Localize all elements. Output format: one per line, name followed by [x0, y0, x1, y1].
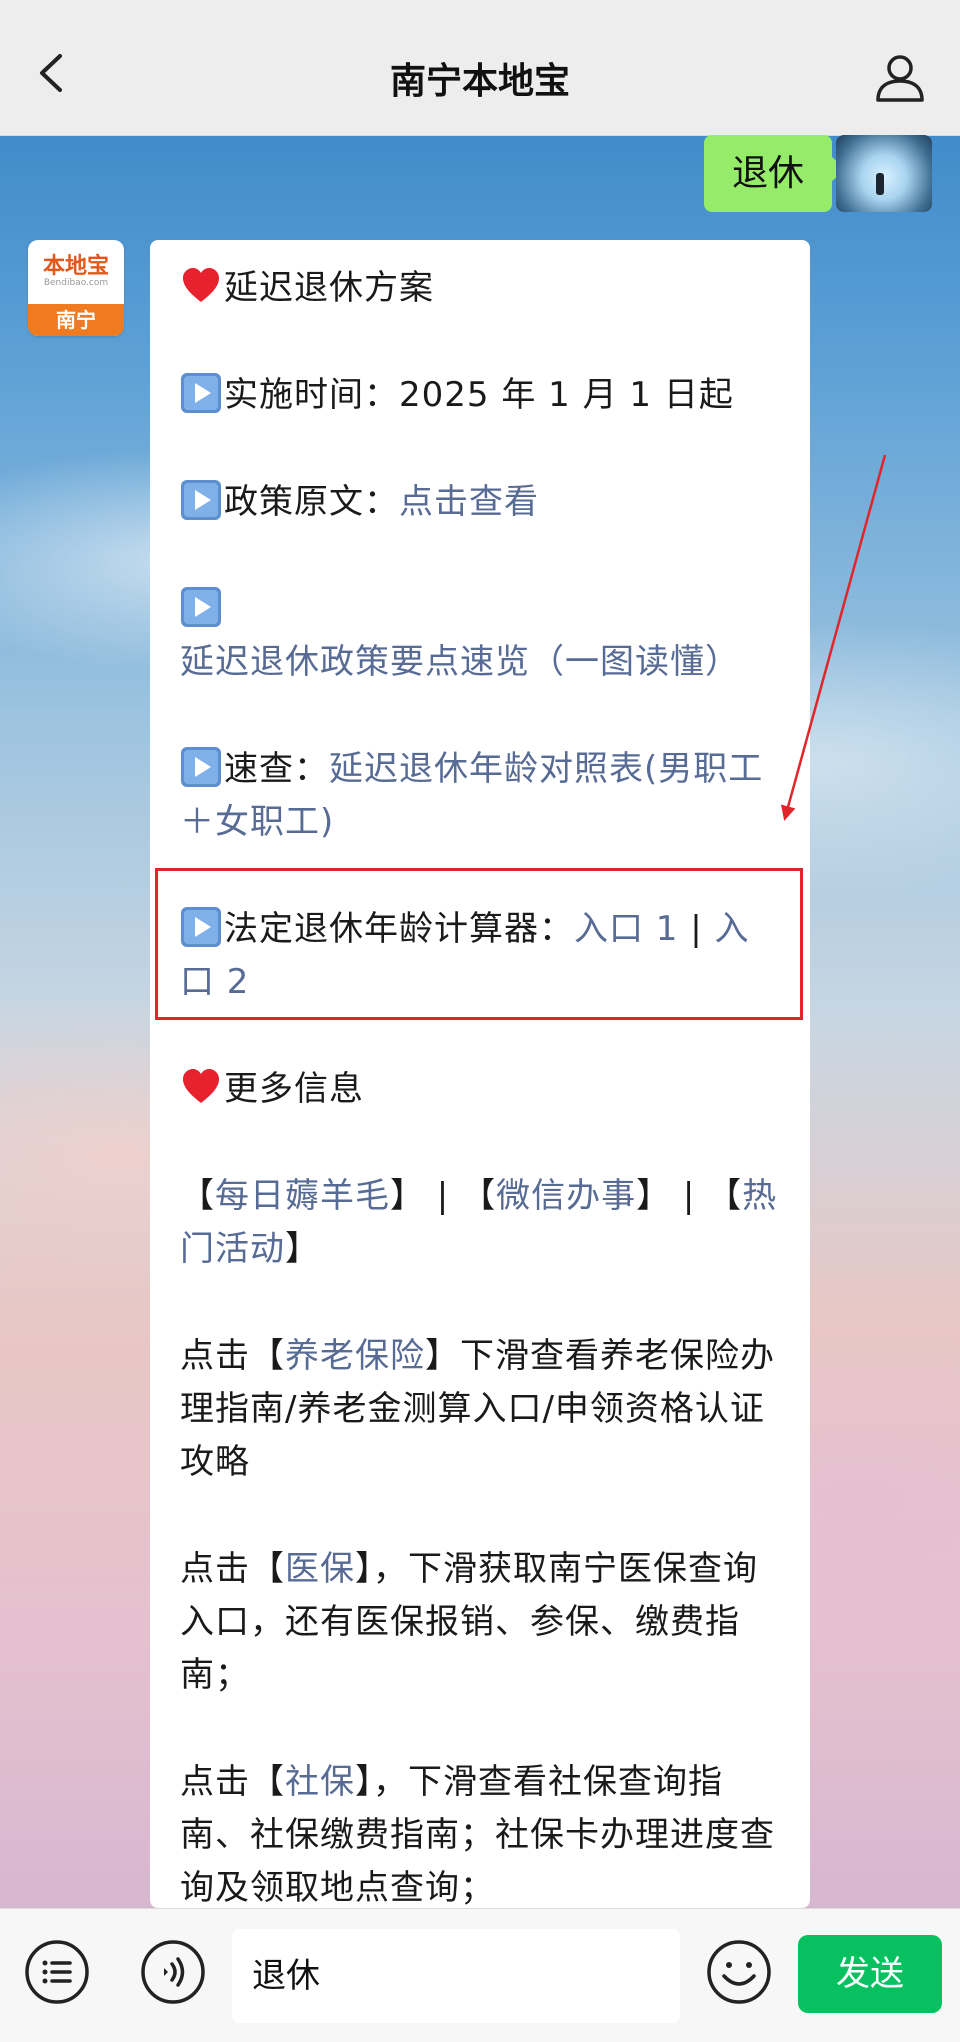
message-input[interactable]: 退休 — [232, 1929, 680, 2023]
section-title-plan: 延迟退休方案 — [180, 262, 780, 315]
pension-insurance-link[interactable]: 养老保险 — [285, 1336, 425, 1376]
voice-icon[interactable] — [140, 1939, 206, 2005]
logo-subtext: Bendibao.com — [43, 278, 109, 288]
section-title-more: 更多信息 — [180, 1063, 780, 1116]
menu-list-icon[interactable] — [24, 1939, 90, 2005]
page-title: 南宁本地宝 — [389, 61, 570, 102]
deals-link[interactable]: 每日薅羊毛 — [215, 1176, 390, 1216]
input-toolbar: 退休 发送 — [0, 1908, 960, 2042]
list-item-date: 实施时间：2025 年 1 月 1 日起 — [180, 369, 780, 422]
policy-view-link[interactable]: 点击查看 — [399, 482, 539, 522]
heart-icon — [183, 1069, 219, 1103]
play-marker-icon — [181, 373, 221, 413]
send-button[interactable]: 发送 — [798, 1935, 942, 2013]
user-message-bubble: 退休 — [703, 135, 847, 212]
heart-icon — [183, 268, 219, 302]
bot-avatar[interactable]: 本地宝 Bendibao.com 南宁 — [28, 240, 124, 336]
emoji-icon[interactable] — [706, 1939, 772, 2005]
play-marker-icon — [181, 747, 221, 787]
list-item-overview: 延迟退休政策要点速览（一图读懂） — [180, 583, 780, 689]
list-item-policy: 政策原文：点击查看 — [180, 476, 780, 529]
wechat-services-link[interactable]: 微信办事 — [496, 1176, 636, 1216]
overview-link[interactable]: 延迟退休政策要点速览（一图读懂） — [180, 642, 740, 682]
logo-text: 本地宝 — [42, 254, 109, 279]
pension-paragraph: 点击【养老保险】下滑查看养老保险办理指南/养老金测算入口/申领资格认证攻略 — [180, 1336, 775, 1482]
play-marker-icon — [181, 480, 221, 520]
play-marker-icon — [181, 587, 221, 627]
social-security-paragraph: 点击【社保】，下滑查看社保查询指南、社保缴费指南；社保卡办理进度查询及领取地点查… — [180, 1762, 775, 1908]
person-icon[interactable] — [874, 52, 926, 104]
bot-message-card: 延迟退休方案 实施时间：2025 年 1 月 1 日起 政策原文：点击查看 延迟… — [150, 240, 810, 1908]
medical-paragraph: 点击【医保】，下滑获取南宁医保查询入口，还有医保报销、参保、缴费指南； — [180, 1549, 758, 1695]
top-bar: 南宁本地宝 — [0, 0, 960, 136]
logo-city: 南宁 — [28, 304, 124, 336]
calculator-entry-1-link[interactable]: 入口 1 — [574, 909, 678, 949]
social-security-link[interactable]: 社保 — [285, 1762, 355, 1802]
list-item-lookup: 速查：延迟退休年龄对照表(男职工＋女职工) — [180, 743, 780, 849]
list-item-calculator: 法定退休年龄计算器：入口 1 | 入口 2 — [180, 903, 780, 1009]
quick-links-row: 【每日薅羊毛】 | 【微信办事】 | 【热门活动】 — [180, 1176, 778, 1269]
medical-insurance-link[interactable]: 医保 — [285, 1549, 355, 1589]
play-marker-icon — [181, 907, 221, 947]
user-avatar[interactable] — [836, 135, 932, 212]
